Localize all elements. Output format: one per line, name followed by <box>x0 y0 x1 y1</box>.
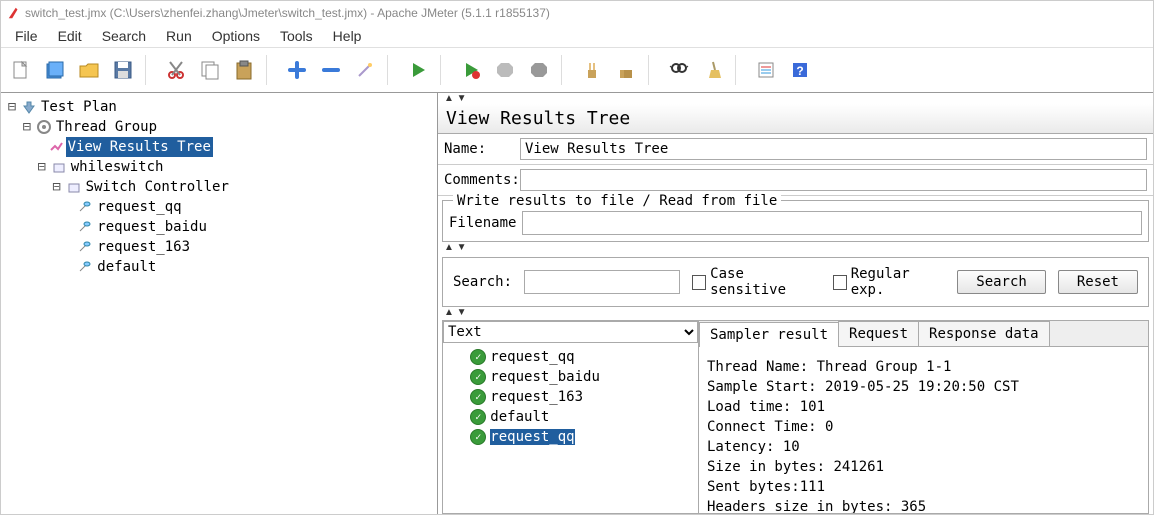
menu-tools[interactable]: Tools <box>270 26 323 46</box>
pass-icon: ✓ <box>470 409 486 425</box>
tree-whileswitch[interactable]: ⊟whileswitch <box>3 157 437 177</box>
file-groupbox: Write results to file / Read from file F… <box>442 200 1149 242</box>
plan-tree-panel: ⊟Test Plan ⊟Thread Group View Results Tr… <box>1 93 438 514</box>
tree-request-baidu[interactable]: request_baidu <box>3 217 437 237</box>
tb-start-notimers[interactable] <box>455 54 487 86</box>
tb-find[interactable] <box>663 54 695 86</box>
menu-run[interactable]: Run <box>156 26 202 46</box>
tb-broom[interactable] <box>697 54 729 86</box>
sampler-detail: Thread Name: Thread Group 1-1 Sample Sta… <box>699 347 1148 513</box>
tree-request-qq[interactable]: request_qq <box>3 197 437 217</box>
regex-checkbox[interactable]: Regular exp. <box>833 266 946 298</box>
tb-clear[interactable] <box>576 54 608 86</box>
tree-request-163[interactable]: request_163 <box>3 237 437 257</box>
window-title: switch_test.jmx (C:\Users\zhenfei.zhang\… <box>25 6 550 20</box>
result-item[interactable]: ✓request_163 <box>445 387 696 407</box>
tree-switch-controller[interactable]: ⊟Switch Controller <box>3 177 437 197</box>
tb-wand[interactable] <box>349 54 381 86</box>
tb-add[interactable] <box>281 54 313 86</box>
result-item[interactable]: ✓request_qq <box>445 427 696 447</box>
result-item[interactable]: ✓request_baidu <box>445 367 696 387</box>
split-handle-mid[interactable]: ▲ ▼ <box>438 242 1153 253</box>
tb-templates[interactable] <box>39 54 71 86</box>
tb-new[interactable] <box>5 54 37 86</box>
tb-cut[interactable] <box>160 54 192 86</box>
tb-help[interactable]: ? <box>784 54 816 86</box>
tab-sampler-result[interactable]: Sampler result <box>699 322 839 347</box>
tb-stop[interactable] <box>489 54 521 86</box>
tree-default[interactable]: default <box>3 257 437 277</box>
name-input[interactable] <box>520 138 1147 160</box>
toolbar: ? <box>1 47 1153 93</box>
tb-props[interactable] <box>750 54 782 86</box>
menu-edit[interactable]: Edit <box>48 26 92 46</box>
menubar: File Edit Search Run Options Tools Help <box>1 25 1153 47</box>
tb-copy[interactable] <box>194 54 226 86</box>
comments-label: Comments: <box>444 172 520 188</box>
menu-help[interactable]: Help <box>323 26 372 46</box>
titlebar: switch_test.jmx (C:\Users\zhenfei.zhang\… <box>1 1 1153 25</box>
groupbox-legend: Write results to file / Read from file <box>453 193 781 209</box>
pass-icon: ✓ <box>470 429 486 445</box>
pass-icon: ✓ <box>470 369 486 385</box>
tree-view-results[interactable]: View Results Tree <box>3 137 437 157</box>
tree-test-plan[interactable]: ⊟Test Plan <box>3 97 437 117</box>
menu-search[interactable]: Search <box>92 26 156 46</box>
tb-start[interactable] <box>402 54 434 86</box>
results-tree[interactable]: ✓request_qq ✓request_baidu ✓request_163 … <box>443 343 698 513</box>
tb-shutdown[interactable] <box>523 54 555 86</box>
split-handle-top[interactable]: ▲ ▼ <box>438 93 1153 104</box>
case-sensitive-checkbox[interactable]: Case sensitive <box>692 266 821 298</box>
name-label: Name: <box>444 141 520 157</box>
tab-response[interactable]: Response data <box>918 321 1050 346</box>
menu-file[interactable]: File <box>5 26 48 46</box>
pass-icon: ✓ <box>470 349 486 365</box>
tree-thread-group[interactable]: ⊟Thread Group <box>3 117 437 137</box>
reset-button[interactable]: Reset <box>1058 270 1138 294</box>
split-handle-bot[interactable]: ▲ ▼ <box>438 307 1153 318</box>
svg-text:?: ? <box>796 64 803 78</box>
menu-options[interactable]: Options <box>202 26 270 46</box>
tb-paste[interactable] <box>228 54 260 86</box>
tb-save[interactable] <box>107 54 139 86</box>
pass-icon: ✓ <box>470 389 486 405</box>
result-item[interactable]: ✓default <box>445 407 696 427</box>
search-button[interactable]: Search <box>957 270 1046 294</box>
filename-label: Filename <box>449 215 516 231</box>
result-item[interactable]: ✓request_qq <box>445 347 696 367</box>
tb-open[interactable] <box>73 54 105 86</box>
tb-clear-all[interactable] <box>610 54 642 86</box>
filename-input[interactable] <box>522 211 1142 235</box>
panel-title: View Results Tree <box>438 104 1153 134</box>
search-label: Search: <box>453 274 512 290</box>
tab-request[interactable]: Request <box>838 321 919 346</box>
renderer-select[interactable]: Text <box>443 321 698 343</box>
search-input[interactable] <box>524 270 680 294</box>
tb-remove[interactable] <box>315 54 347 86</box>
comments-input[interactable] <box>520 169 1147 191</box>
app-feather-icon <box>7 6 21 20</box>
